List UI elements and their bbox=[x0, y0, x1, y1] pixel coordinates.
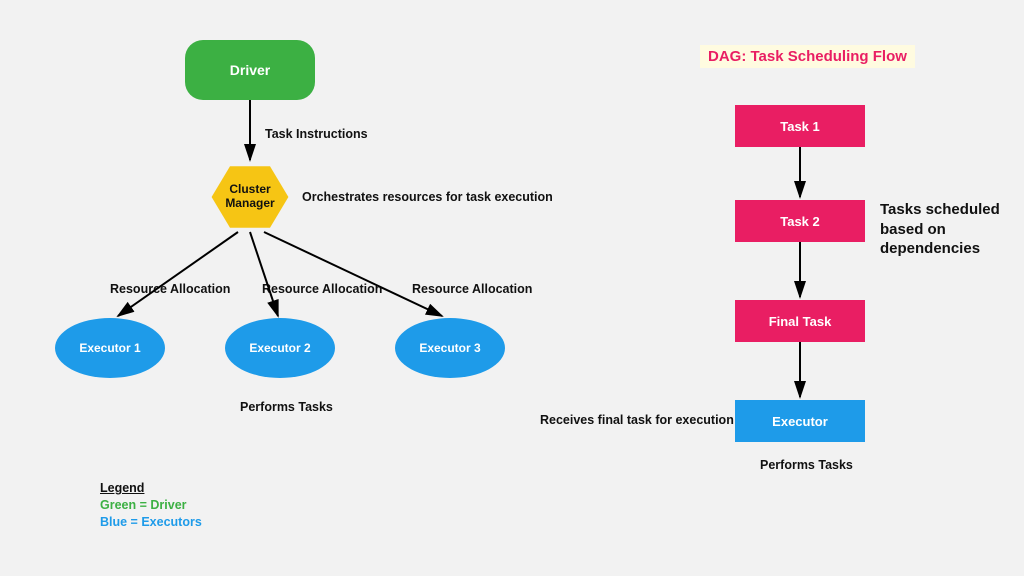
label-alloc-1: Resource Allocation bbox=[110, 282, 230, 296]
cluster-manager-node: Cluster Manager bbox=[210, 162, 290, 232]
driver-node: Driver bbox=[185, 40, 315, 100]
legend-green: Green = Driver bbox=[100, 497, 202, 514]
label-performs-tasks-left: Performs Tasks bbox=[240, 400, 333, 414]
dag-title: DAG: Task Scheduling Flow bbox=[700, 45, 915, 68]
label-task-instructions: Task Instructions bbox=[265, 127, 368, 141]
executor-node-right: Executor bbox=[735, 400, 865, 442]
label-cm-note: Orchestrates resources for task executio… bbox=[302, 190, 553, 204]
executor-3-node: Executor 3 bbox=[395, 318, 505, 378]
label-receives-final: Receives final task for execution bbox=[540, 413, 734, 427]
label-alloc-2: Resource Allocation bbox=[262, 282, 382, 296]
final-task-node: Final Task bbox=[735, 300, 865, 342]
executor-1-node: Executor 1 bbox=[55, 318, 165, 378]
label-performs-tasks-right: Performs Tasks bbox=[760, 458, 853, 472]
task-2-node: Task 2 bbox=[735, 200, 865, 242]
legend-header: Legend bbox=[100, 480, 202, 497]
cluster-manager-label: Cluster Manager bbox=[210, 183, 290, 211]
executor-2-node: Executor 2 bbox=[225, 318, 335, 378]
legend: Legend Green = Driver Blue = Executors bbox=[100, 480, 202, 531]
legend-blue: Blue = Executors bbox=[100, 514, 202, 531]
label-alloc-3: Resource Allocation bbox=[412, 282, 532, 296]
label-dependencies: Tasks scheduled based on dependencies bbox=[880, 200, 1010, 259]
task-1-node: Task 1 bbox=[735, 105, 865, 147]
